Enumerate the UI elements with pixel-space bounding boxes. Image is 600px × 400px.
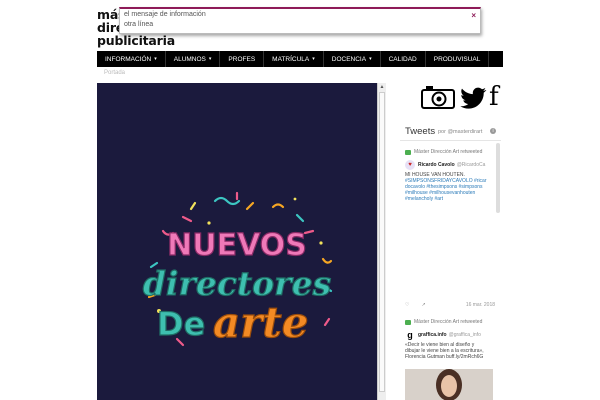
hero-lettering-illustration: NUEVOS directores De arte bbox=[142, 191, 333, 348]
notification-message: el mensaje de información bbox=[124, 11, 206, 18]
nav-item-label: INFORMACIÓN bbox=[105, 55, 152, 63]
scrollbar-thumb[interactable] bbox=[379, 92, 385, 392]
retweet-icon bbox=[405, 149, 411, 155]
author-handle[interactable]: @RicardoCa bbox=[457, 162, 486, 168]
facebook-icon[interactable]: f bbox=[489, 84, 499, 110]
heart-icon[interactable]: ♡ bbox=[405, 302, 409, 308]
avatar[interactable]: g bbox=[405, 330, 415, 340]
hero-word-arte: arte bbox=[213, 298, 308, 347]
tweet-author[interactable]: g graffica.info @graffica_info bbox=[405, 330, 495, 340]
info-icon[interactable]: i bbox=[490, 128, 496, 134]
hashtag-link[interactable]: #melancholy #art bbox=[405, 196, 495, 202]
scroll-up-icon[interactable]: ▲ bbox=[379, 84, 385, 90]
twitter-timeline[interactable]: Máster Dirección Art retweeted ♥ Ricardo… bbox=[400, 141, 500, 400]
camera-icon[interactable] bbox=[420, 84, 456, 110]
tweet-text: MI HOUSE VAN HOUTEN. #SIMPSONSFRIDAYCAVO… bbox=[405, 172, 495, 202]
tweet-card[interactable]: Máster Dirección Art retweeted ♥ Ricardo… bbox=[405, 149, 495, 202]
hero-word-de: De bbox=[157, 305, 205, 343]
chevron-down-icon: ▾ bbox=[154, 56, 157, 62]
chevron-down-icon: ▾ bbox=[208, 56, 212, 62]
tweet-author[interactable]: ♥ Ricardo Cavolo @RicardoCa bbox=[405, 160, 495, 170]
nav-item-docencia[interactable]: DOCENCIA ▾ bbox=[324, 51, 381, 67]
tweet-date[interactable]: 16 mar. 2018 bbox=[466, 302, 495, 308]
tweet-line: Florencia Gutman buff.ly/2mRch6G bbox=[405, 354, 484, 360]
chevron-down-icon: ▾ bbox=[312, 56, 315, 62]
main-nav: INFORMACIÓN ▾ ALUMNOS ▾ PROFES MATRÍCULA ▾ … bbox=[97, 51, 503, 67]
avatar[interactable]: ♥ bbox=[405, 160, 415, 170]
retweet-icon bbox=[405, 319, 411, 325]
notification-detail: otra línea bbox=[124, 21, 154, 28]
logo-line-3: publicitaria bbox=[97, 33, 175, 48]
tweets-title: Tweets bbox=[405, 126, 436, 137]
person-photo bbox=[405, 369, 493, 400]
author-handle[interactable]: @graffica_info bbox=[449, 332, 481, 338]
tweet-photo[interactable] bbox=[405, 369, 493, 400]
nav-item-calidad[interactable]: CALIDAD bbox=[381, 51, 426, 67]
author-name[interactable]: graffica.info bbox=[418, 332, 447, 338]
hero-word-nuevos: NUEVOS bbox=[167, 228, 307, 263]
nav-item-matricula[interactable]: MATRÍCULA ▾ bbox=[264, 51, 324, 67]
nav-item-informacion[interactable]: INFORMACIÓN ▾ bbox=[97, 51, 166, 67]
tweet-actions: ♡ ↗ 16 mar. 2018 bbox=[405, 302, 495, 308]
nav-item-label: CALIDAD bbox=[388, 55, 417, 63]
nav-item-profes[interactable]: PROFES bbox=[220, 51, 265, 67]
nav-item-label: DOCENCIA bbox=[331, 55, 367, 63]
chevron-down-icon: ▾ bbox=[369, 56, 372, 62]
notification-popup: el mensaje de información otra línea × bbox=[119, 7, 481, 34]
retweet-text: Máster Dirección Art retweeted bbox=[414, 319, 483, 325]
nav-item-label: MATRÍCULA bbox=[272, 55, 310, 63]
social-links: f bbox=[420, 84, 499, 110]
nav-item-produvisual[interactable]: PRODUVISUAL bbox=[426, 51, 490, 67]
nav-item-label: PRODUVISUAL bbox=[433, 55, 481, 63]
tweet-text: «Decir le viene bien al diseño y dibujar… bbox=[405, 342, 495, 360]
twitter-icon[interactable] bbox=[458, 85, 488, 109]
tweets-by-link[interactable]: por @masterdirart bbox=[438, 129, 482, 135]
timeline-scrollbar-thumb[interactable] bbox=[496, 143, 500, 213]
content-scrollbar[interactable]: ▲ bbox=[377, 83, 386, 400]
breadcrumb[interactable]: Portada bbox=[104, 70, 125, 76]
retweet-label: Máster Dirección Art retweeted bbox=[405, 149, 495, 155]
nav-item-alumnos[interactable]: ALUMNOS ▾ bbox=[166, 51, 221, 67]
author-name[interactable]: Ricardo Cavolo bbox=[418, 162, 455, 168]
close-icon[interactable]: × bbox=[471, 11, 476, 20]
retweet-label: Máster Dirección Art retweeted bbox=[405, 319, 495, 325]
retweet-text: Máster Dirección Art retweeted bbox=[414, 149, 483, 155]
hero-image: NUEVOS directores De arte bbox=[97, 83, 377, 400]
nav-item-label: PROFES bbox=[228, 55, 256, 63]
tweet-card[interactable]: Máster Dirección Art retweeted g graffic… bbox=[405, 319, 495, 360]
nav-item-label: ALUMNOS bbox=[173, 55, 206, 63]
share-icon[interactable]: ↗ bbox=[421, 302, 425, 308]
